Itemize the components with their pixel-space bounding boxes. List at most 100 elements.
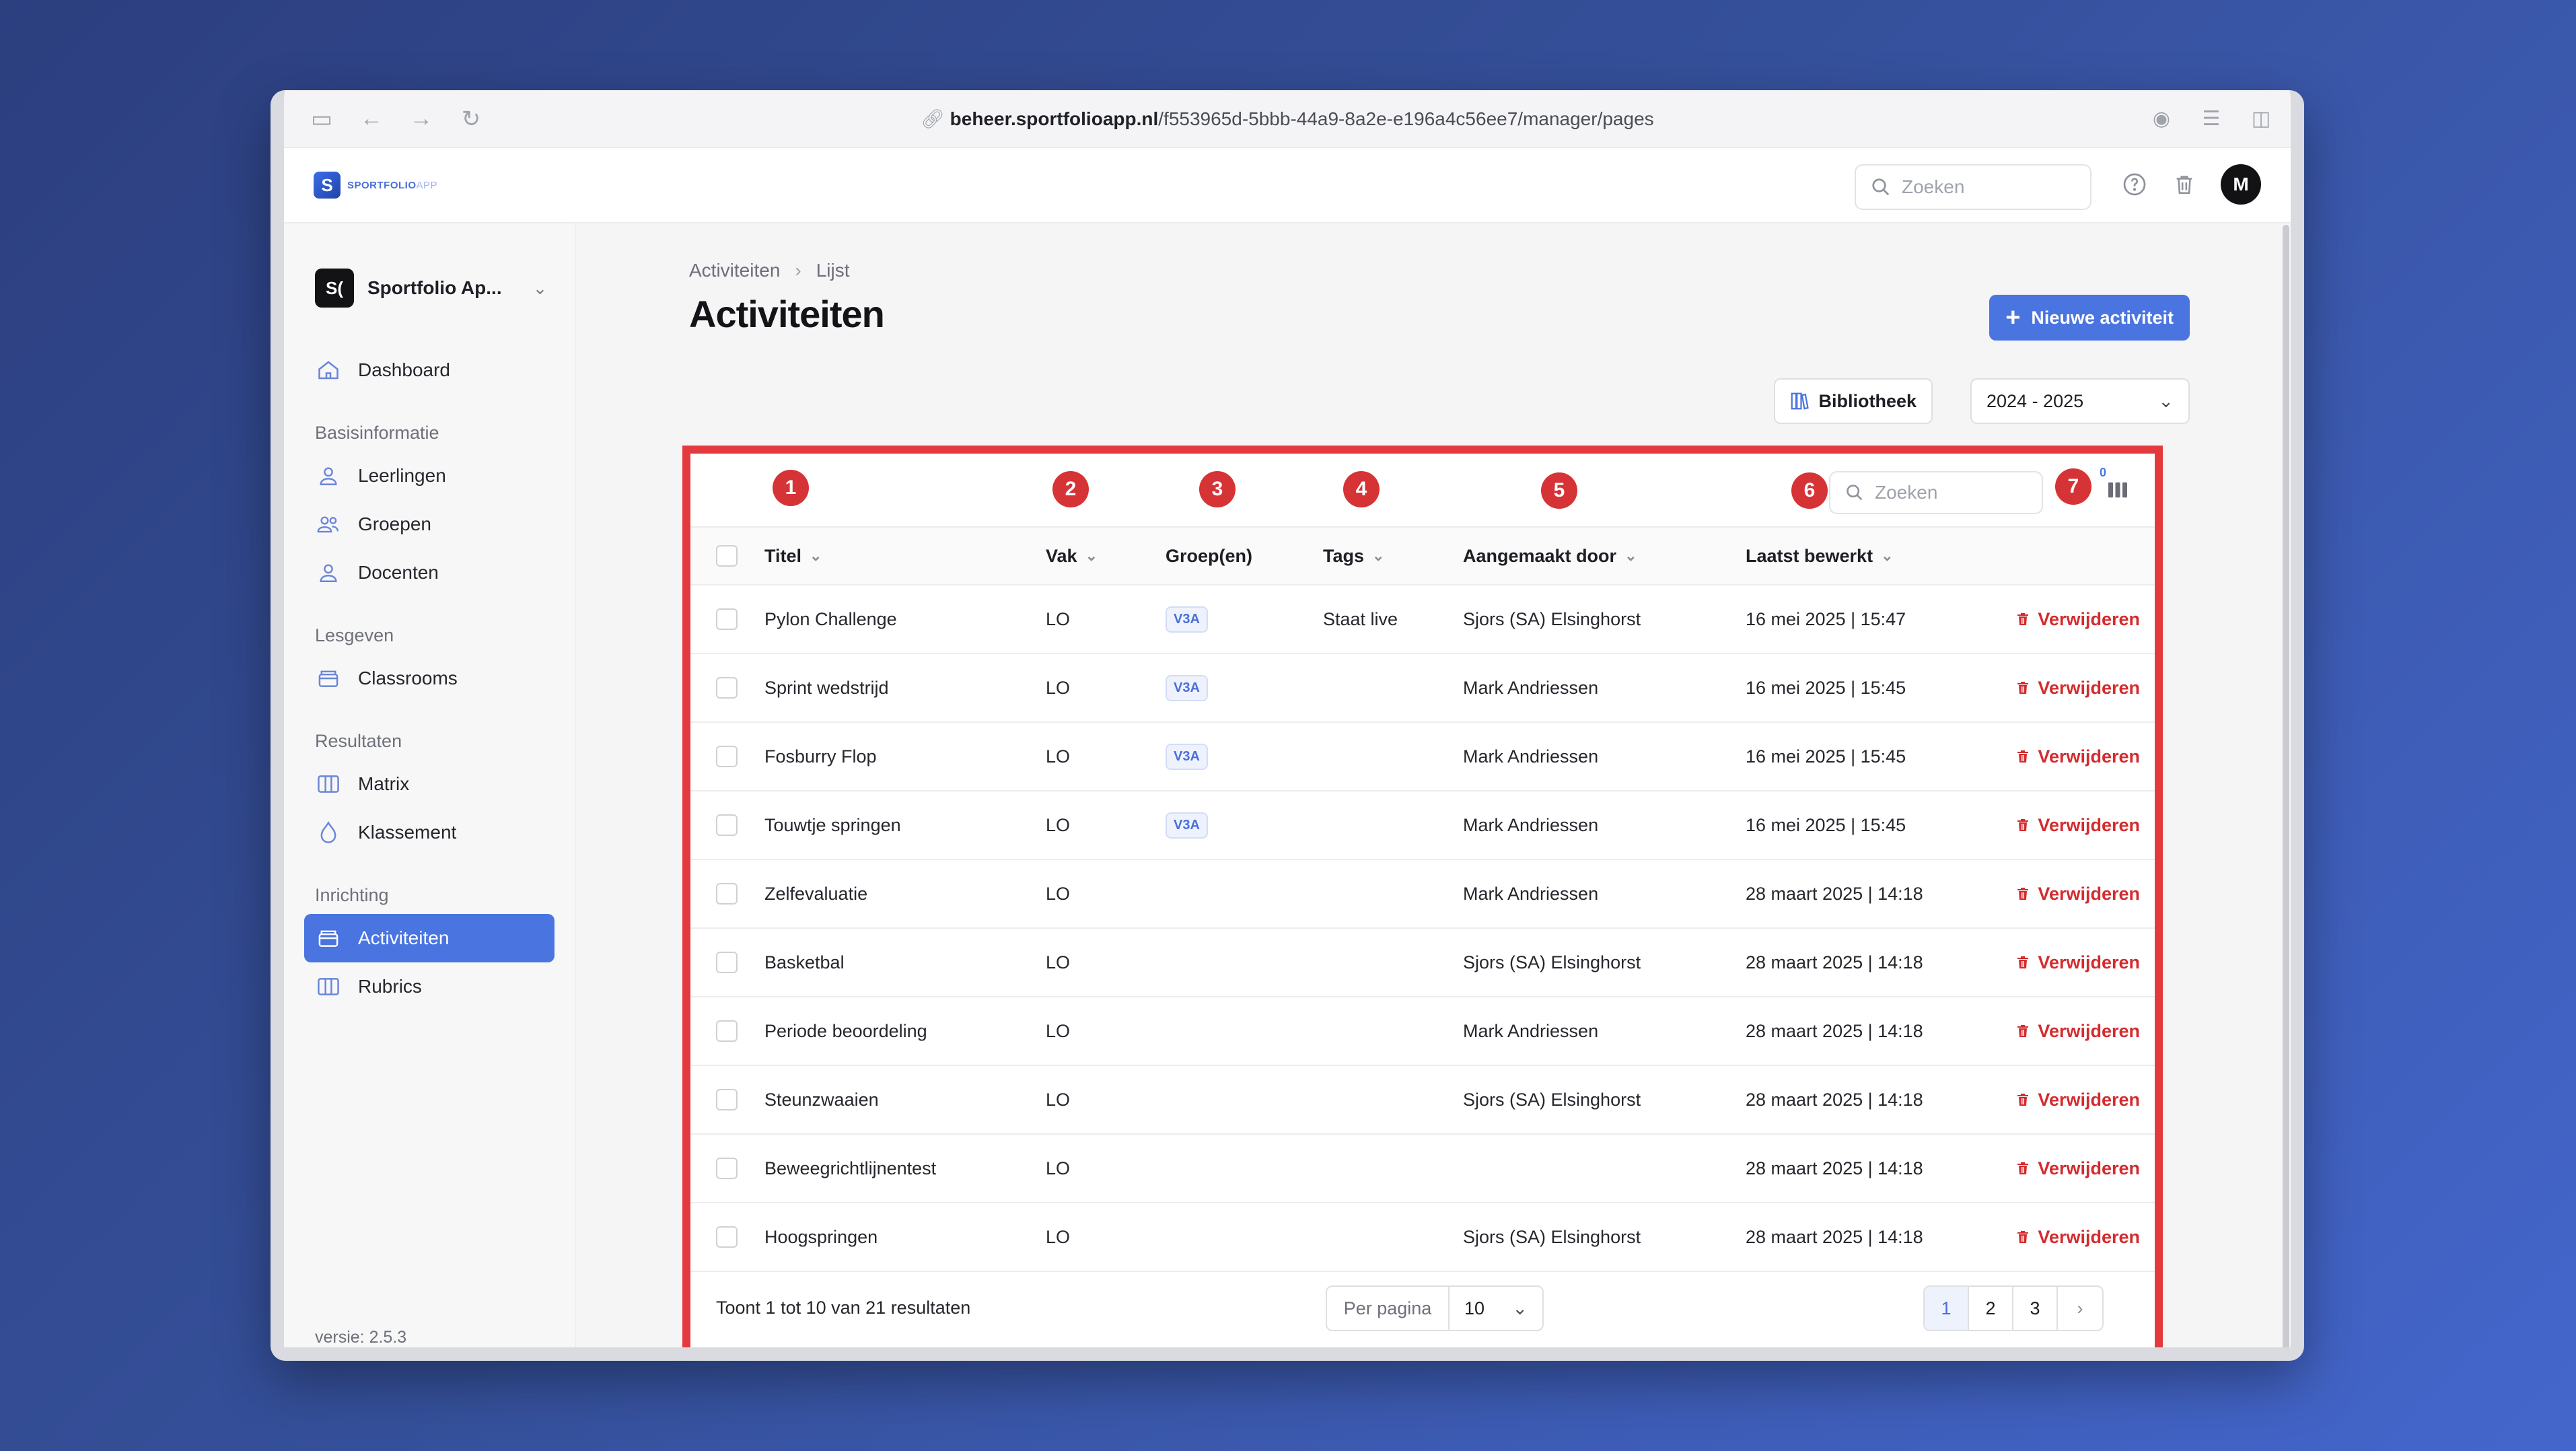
table-row[interactable]: Beweegrichtlijnentest LO 28 maart 2025 | 1… <box>690 1135 2155 1203</box>
row-checkbox[interactable] <box>716 1066 738 1133</box>
app-logo[interactable]: S SPORTFOLIOAPP <box>314 172 437 199</box>
delete-button[interactable]: Verwijderen <box>2015 586 2140 653</box>
row-checkbox[interactable] <box>716 723 738 790</box>
cell-titel[interactable]: Touwtje springen <box>764 791 901 859</box>
column-header-vak[interactable]: Vak ⌄ <box>1046 528 1098 584</box>
user-icon <box>315 462 342 489</box>
cell-vak: LO <box>1046 677 1071 698</box>
split-view-icon[interactable]: ◫ <box>2248 105 2275 132</box>
new-activity-button[interactable]: + Nieuwe activiteit <box>1989 295 2190 341</box>
cell-aangemaakt: Mark Andriessen <box>1463 883 1599 904</box>
cell-bewerkt: 16 mei 2025 | 15:45 <box>1746 814 1906 835</box>
table-row[interactable]: Zelfevaluatie LO Mark Andriessen 28 maart 2… <box>690 860 2155 929</box>
row-checkbox[interactable] <box>716 929 738 996</box>
sidebar-item-rubrics[interactable]: Rubrics <box>304 962 554 1011</box>
sidebar-item-leerlingen[interactable]: Leerlingen <box>304 452 554 500</box>
table-body: Pylon Challenge LO V3A Staat live Sjors (SA)… <box>690 586 2155 1272</box>
organization-switcher[interactable]: S( Sportfolio Ap... ⌄ <box>304 267 554 310</box>
column-header-bewerkt[interactable]: Laatst bewerkt ⌄ <box>1746 528 1894 584</box>
org-avatar: S( <box>315 269 354 308</box>
library-icon <box>1791 392 1810 410</box>
cell-titel[interactable]: Basketbal <box>764 929 845 996</box>
cell-titel[interactable]: Zelfevaluatie <box>764 860 867 927</box>
row-checkbox[interactable] <box>716 997 738 1065</box>
column-header-titel[interactable]: Titel ⌄ <box>764 528 822 584</box>
row-checkbox[interactable] <box>716 1135 738 1202</box>
table-row[interactable]: Steunzwaaien LO Sjors (SA) Elsinghorst 28 m… <box>690 1066 2155 1135</box>
reader-icon[interactable]: ☰ <box>2198 105 2225 132</box>
table-row[interactable]: Sprint wedstrijd LO V3A Mark Andriessen 16 m… <box>690 654 2155 723</box>
cell-titel[interactable]: Steunzwaaien <box>764 1066 879 1133</box>
row-checkbox[interactable] <box>716 791 738 859</box>
table-row[interactable]: Touwtje springen LO V3A Mark Andriessen 16 m… <box>690 791 2155 860</box>
help-icon[interactable] <box>2121 171 2148 198</box>
cell-vak: LO <box>1046 1158 1071 1178</box>
breadcrumb-activiteiten[interactable]: Activiteiten <box>689 260 780 281</box>
cell-titel[interactable]: Beweegrichtlijnentest <box>764 1135 936 1202</box>
table-search-input[interactable]: Zoeken <box>1829 471 2043 514</box>
library-button[interactable]: Bibliotheek <box>1774 378 1933 424</box>
delete-button[interactable]: Verwijderen <box>2015 997 2140 1065</box>
cell-titel[interactable]: Hoogspringen <box>764 1203 878 1271</box>
logo-suffix: APP <box>416 179 438 191</box>
page-button-1[interactable]: 1 <box>1925 1287 1969 1330</box>
sidebar-item-activiteiten[interactable]: Activiteiten <box>304 914 554 962</box>
trash-icon[interactable] <box>2171 171 2198 198</box>
address-bar[interactable]: 🔗︎ beheer.sportfolioapp.nl/f553965d-5bbb… <box>284 108 2291 130</box>
sidebar-item-klassement[interactable]: Klassement <box>304 808 554 857</box>
table-row[interactable]: Basketbal LO Sjors (SA) Elsinghorst 28 maar… <box>690 929 2155 997</box>
cell-bewerkt: 28 maart 2025 | 14:18 <box>1746 1020 1923 1041</box>
delete-label: Verwijderen <box>2038 1020 2140 1041</box>
password-icon[interactable]: ◉ <box>2148 105 2175 132</box>
row-checkbox[interactable] <box>716 860 738 927</box>
row-checkbox[interactable] <box>716 586 738 653</box>
next-page-button[interactable]: › <box>2058 1287 2102 1330</box>
delete-button[interactable]: Verwijderen <box>2015 654 2140 721</box>
table-row[interactable]: Hoogspringen LO Sjors (SA) Elsinghorst 28 m… <box>690 1203 2155 1272</box>
page-button-2[interactable]: 2 <box>1969 1287 2013 1330</box>
results-summary: Toont 1 tot 10 van 21 resultaten <box>716 1298 971 1318</box>
delete-button[interactable]: Verwijderen <box>2015 723 2140 790</box>
table-row[interactable]: Pylon Challenge LO V3A Staat live Sjors (SA)… <box>690 586 2155 654</box>
sidebar-item-dashboard[interactable]: Dashboard <box>304 346 554 394</box>
cell-titel[interactable]: Sprint wedstrijd <box>764 654 889 721</box>
page-button-3[interactable]: 3 <box>2013 1287 2058 1330</box>
cell-titel[interactable]: Fosburry Flop <box>764 723 877 790</box>
breadcrumb: Activiteiten › Lijst <box>689 260 850 281</box>
sidebar-item-matrix[interactable]: Matrix <box>304 760 554 808</box>
sidebar-item-label: Classrooms <box>358 668 458 688</box>
cell-titel[interactable]: Pylon Challenge <box>764 586 897 653</box>
scrollbar[interactable] <box>2283 225 2289 1347</box>
global-search-input[interactable]: Zoeken <box>1855 164 2091 210</box>
table-row[interactable]: Periode beoordeling LO Mark Andriessen 28 m… <box>690 997 2155 1066</box>
delete-button[interactable]: Verwijderen <box>2015 1135 2140 1202</box>
table-row[interactable]: Fosburry Flop LO V3A Mark Andriessen 16 mei … <box>690 723 2155 791</box>
delete-button[interactable]: Verwijderen <box>2015 929 2140 996</box>
cell-titel[interactable]: Periode beoordeling <box>764 997 927 1065</box>
classroom-icon <box>315 665 342 692</box>
avatar[interactable]: M <box>2221 164 2261 205</box>
sidebar-item-groepen[interactable]: Groepen <box>304 500 554 548</box>
column-header-aangemaakt[interactable]: Aangemaakt door ⌄ <box>1463 528 1637 584</box>
sidebar-item-docenten[interactable]: Docenten <box>304 548 554 597</box>
school-year-select[interactable]: 2024 - 2025 ⌄ <box>1970 378 2190 424</box>
per-page-select[interactable]: Per pagina 10 ⌄ <box>1326 1285 1544 1331</box>
delete-label: Verwijderen <box>2038 883 2140 904</box>
delete-button[interactable]: Verwijderen <box>2015 791 2140 859</box>
school-year-value: 2024 - 2025 <box>1987 390 2084 411</box>
columns-toggle-icon[interactable] <box>2106 481 2129 505</box>
delete-button[interactable]: Verwijderen <box>2015 1066 2140 1133</box>
annotation-badge-2: 2 <box>1052 471 1089 507</box>
cell-bewerkt: 28 maart 2025 | 14:18 <box>1746 883 1923 904</box>
delete-button[interactable]: Verwijderen <box>2015 860 2140 927</box>
row-checkbox[interactable] <box>716 1203 738 1271</box>
column-header-tags[interactable]: Tags ⌄ <box>1323 528 1384 584</box>
cell-tags: Staat live <box>1323 608 1398 629</box>
drop-icon <box>315 819 342 846</box>
select-all-checkbox[interactable] <box>716 528 738 584</box>
sidebar-item-classrooms[interactable]: Classrooms <box>304 654 554 703</box>
row-checkbox[interactable] <box>716 654 738 721</box>
delete-button[interactable]: Verwijderen <box>2015 1203 2140 1271</box>
cell-aangemaakt: Sjors (SA) Elsinghorst <box>1463 952 1641 972</box>
trash-icon <box>2017 1094 2029 1106</box>
